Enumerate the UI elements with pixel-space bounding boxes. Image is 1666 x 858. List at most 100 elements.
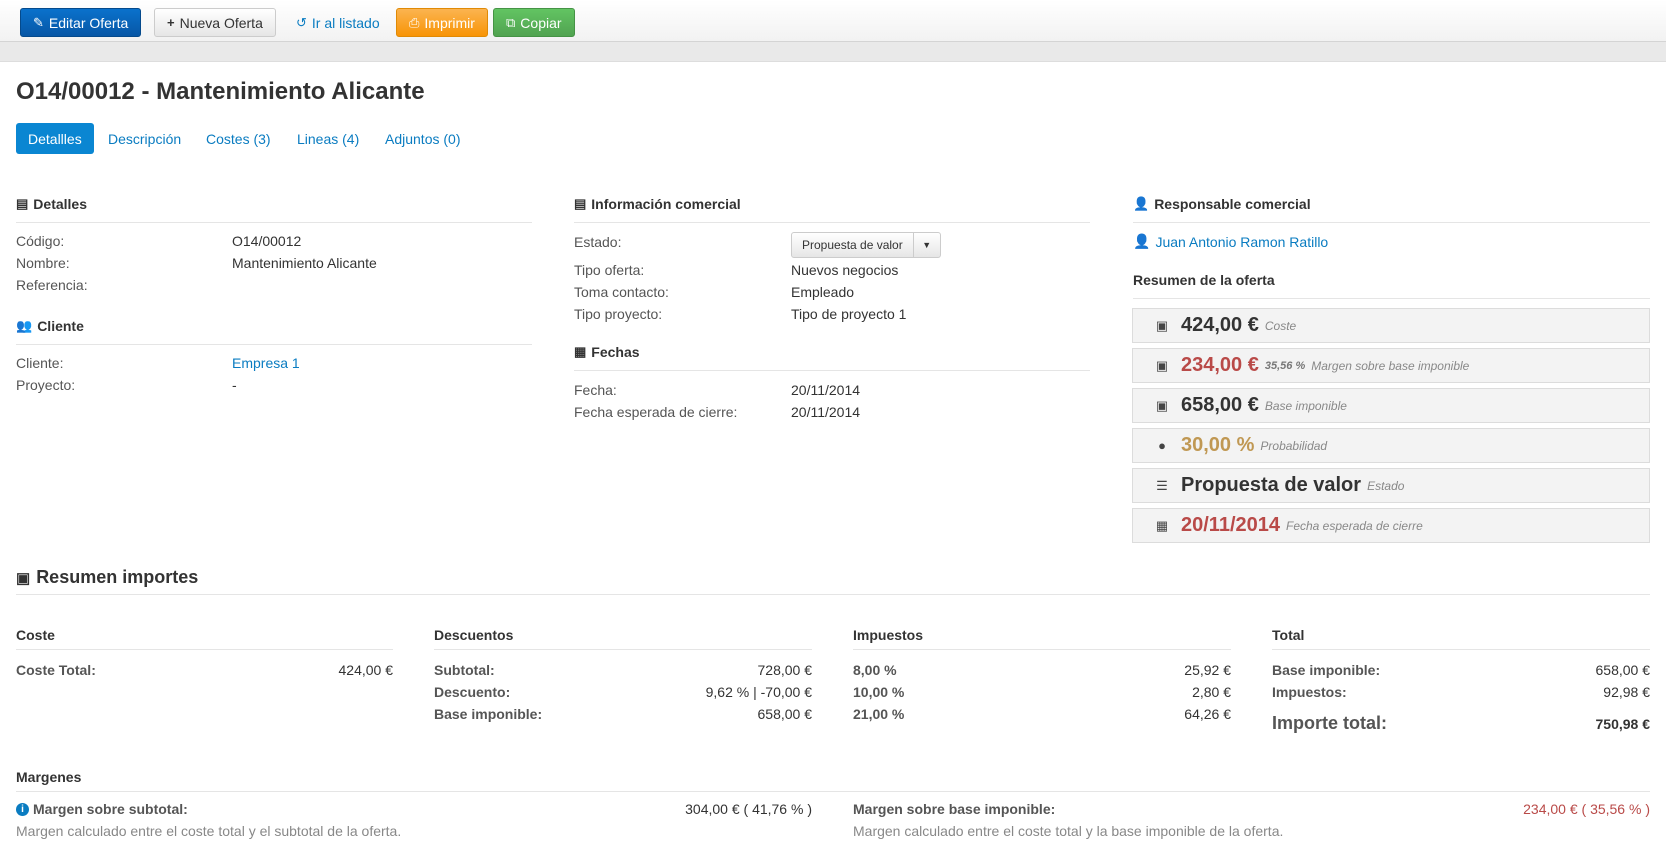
- go-to-list-button[interactable]: ↺ Ir al listado: [283, 8, 393, 37]
- summary-margen: ▣ 234,00 € 35,56 % Margen sobre base imp…: [1132, 348, 1650, 383]
- descuento-value: 9,62 % | -70,00 €: [705, 684, 812, 700]
- codigo-value: O14/00012: [232, 233, 302, 249]
- nombre-value: Mantenimiento Alicante: [232, 255, 377, 271]
- client-heading: 👥 Cliente: [16, 318, 84, 334]
- impuestos-divider: [853, 649, 1231, 650]
- edit-icon: ✎: [33, 14, 44, 30]
- group-icon: 👥: [16, 318, 33, 333]
- total-base-value: 658,00 €: [1595, 662, 1651, 678]
- margin-base-label: Margen sobre base imponible:: [853, 801, 1056, 817]
- descuentos-heading: Descuentos: [434, 627, 514, 643]
- tipo-oferta-label: Tipo oferta:: [574, 262, 645, 278]
- subtotal-value: 728,00 €: [757, 662, 813, 678]
- print-button[interactable]: ⎙ Imprimir: [396, 8, 488, 37]
- fecha-label: Fecha:: [574, 382, 617, 398]
- copy-label: Copiar: [520, 14, 562, 31]
- summary-margen-label: Margen sobre base imponible: [1311, 358, 1470, 373]
- margin-subtotal-help: Margen calculado entre el coste total y …: [16, 823, 402, 839]
- responsible-name[interactable]: Juan Antonio Ramon Ratillo: [1155, 234, 1328, 250]
- margin-subtotal-value: 304,00 € ( 41,76 % ): [685, 801, 812, 817]
- tab-adjuntos[interactable]: Adjuntos (0): [373, 123, 472, 154]
- summary-base-label: Base imponible: [1264, 398, 1347, 413]
- tipo-proyecto-value: Tipo de proyecto 1: [791, 306, 907, 322]
- proyecto-value: -: [232, 377, 237, 393]
- tasks-icon: ☰: [1156, 477, 1168, 493]
- calendar-icon: ▦: [1155, 517, 1169, 533]
- summary-coste: ▣ 424,00 € Coste: [1132, 308, 1650, 343]
- tab-descripcion[interactable]: Descripción: [96, 123, 193, 154]
- details-heading-label: Detalles: [33, 196, 87, 212]
- proyecto-label: Proyecto:: [16, 377, 76, 393]
- responsible-heading-label: Responsable comercial: [1154, 196, 1311, 212]
- margin-subtotal-label-row: i Margen sobre subtotal:: [16, 801, 188, 817]
- calendar-icon: ▦: [574, 344, 587, 359]
- estado-dropdown[interactable]: Propuesta de valor ▼: [791, 232, 941, 258]
- new-offer-label: Nueva Oferta: [179, 14, 263, 31]
- tipo-proyecto-label: Tipo proyecto:: [574, 306, 663, 322]
- go-to-list-label: Ir al listado: [311, 14, 380, 31]
- caret-down-icon[interactable]: ▼: [914, 233, 940, 257]
- codigo-label: Código:: [16, 233, 65, 249]
- toolbar: ✎ Editar Oferta + Nueva Oferta ↺ Ir al l…: [0, 0, 1666, 42]
- total-impuestos-value: 92,98 €: [1603, 684, 1650, 700]
- margin-subtotal-label: Margen sobre subtotal:: [33, 801, 188, 817]
- copy-button[interactable]: ⧉ Copiar: [493, 8, 575, 37]
- descuento-label: Descuento:: [434, 684, 511, 700]
- dates-heading: ▦ Fechas: [574, 344, 640, 360]
- edit-offer-label: Editar Oferta: [48, 14, 129, 31]
- print-label: Imprimir: [424, 14, 475, 31]
- cliente-label: Cliente:: [16, 355, 64, 371]
- cliente-link[interactable]: Empresa 1: [232, 355, 300, 371]
- summary-margen-pct: 35,56 %: [1264, 359, 1306, 372]
- margin-base-help: Margen calculado entre el coste total y …: [853, 823, 1284, 839]
- user-icon: 👤: [1133, 196, 1150, 211]
- commercial-heading: ▤ Información comercial: [574, 196, 741, 212]
- commercial-heading-label: Información comercial: [591, 196, 741, 212]
- edit-offer-button[interactable]: ✎ Editar Oferta: [20, 8, 142, 37]
- dates-divider: [574, 370, 1090, 371]
- commercial-divider: [574, 222, 1090, 223]
- margin-base-value: 234,00 € ( 35,56 % ): [1523, 801, 1650, 817]
- toma-contacto-value: Empleado: [791, 284, 855, 300]
- undo-icon: ↺: [296, 14, 307, 30]
- cierre-label: Fecha esperada de cierre:: [574, 404, 738, 420]
- base-imponible-value: 658,00 €: [757, 706, 813, 722]
- responsible-heading: 👤 Responsable comercial: [1133, 196, 1311, 212]
- document-icon: ▤: [574, 196, 587, 211]
- new-offer-button[interactable]: + Nueva Oferta: [154, 8, 276, 37]
- amounts-divider: [16, 594, 1650, 595]
- toma-contacto-label: Toma contacto:: [574, 284, 669, 300]
- copy-icon: ⧉: [506, 14, 516, 30]
- plus-icon: +: [167, 15, 175, 30]
- summary-prob-value: 30,00 %: [1181, 434, 1255, 456]
- page-title: O14/00012 - Mantenimiento Alicante: [16, 78, 425, 105]
- responsible-divider: [1133, 222, 1650, 223]
- tipo-oferta-value: Nuevos negocios: [791, 262, 899, 278]
- estado-dropdown-value[interactable]: Propuesta de valor: [792, 233, 914, 257]
- summary-estado-label: Estado: [1367, 478, 1405, 493]
- summary-coste-label: Coste: [1264, 318, 1297, 333]
- tab-detalles[interactable]: Detallles: [16, 123, 94, 154]
- details-divider: [16, 222, 532, 223]
- summary-probabilidad: ● 30,00 % Probabilidad: [1132, 428, 1650, 463]
- cierre-value: 20/11/2014: [791, 404, 861, 420]
- tax-row-value: 64,26 €: [1184, 706, 1231, 722]
- coste-divider: [16, 649, 393, 650]
- tax-row-label: 10,00 %: [853, 684, 905, 700]
- summary-cierre-label: Fecha esperada de cierre: [1286, 518, 1423, 533]
- document-icon: ▤: [16, 196, 29, 211]
- descuentos-divider: [434, 649, 812, 650]
- margins-divider: [16, 791, 1650, 792]
- tab-costes[interactable]: Costes (3): [194, 123, 283, 154]
- importe-total-value: 750,98 €: [1595, 716, 1651, 732]
- dashboard-icon: ●: [1158, 438, 1166, 453]
- responsible-link[interactable]: 👤 Juan Antonio Ramon Ratillo: [1133, 233, 1328, 250]
- tax-row-label: 8,00 %: [853, 662, 897, 678]
- tax-row-value: 25,92 €: [1184, 662, 1231, 678]
- money-icon: ▣: [1155, 397, 1169, 413]
- user-icon: 👤: [1133, 233, 1151, 249]
- tab-lineas[interactable]: Lineas (4): [285, 123, 371, 154]
- amounts-heading-label: Resumen importes: [36, 567, 199, 587]
- summary-cierre: ▦ 20/11/2014 Fecha esperada de cierre: [1132, 508, 1650, 543]
- referencia-label: Referencia:: [16, 277, 88, 293]
